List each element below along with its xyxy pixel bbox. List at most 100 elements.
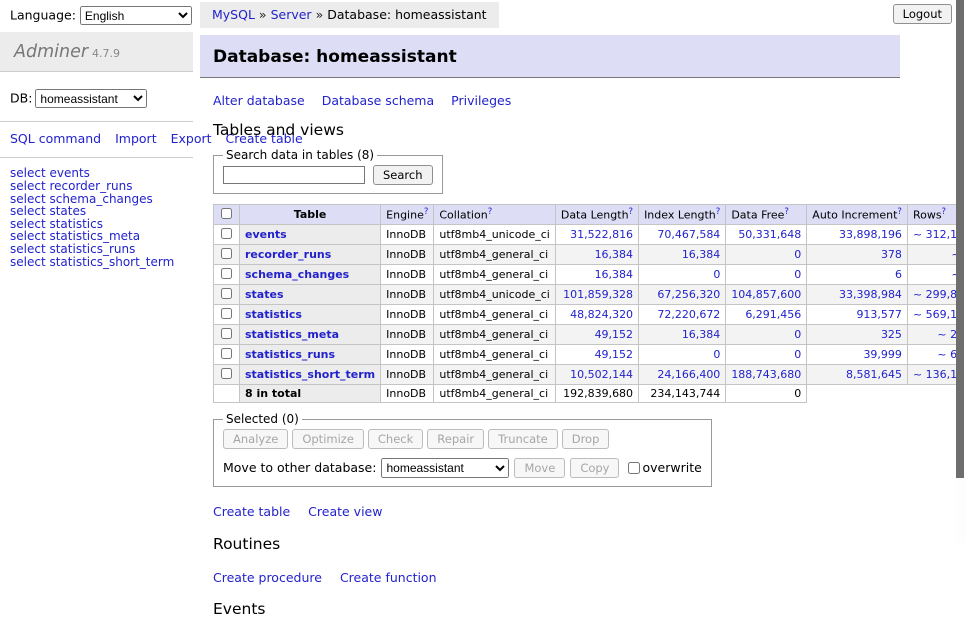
column-help-link[interactable]: ? [784, 207, 789, 217]
logout-button[interactable]: Logout [893, 4, 952, 24]
table-row: statistics_metaInnoDButf8mb4_general_ci4… [214, 325, 966, 345]
index-length-link[interactable]: 70,467,584 [657, 228, 720, 241]
data-length-link[interactable]: 48,824,320 [570, 308, 633, 321]
data-length-cell: 49,152 [555, 345, 638, 365]
index-length-link[interactable]: 0 [713, 348, 720, 361]
sidebar-action-link[interactable]: Import [115, 131, 157, 146]
data-length-link[interactable]: 16,384 [595, 248, 634, 261]
sidebar-select-table-link[interactable]: select states [10, 205, 193, 218]
data-free-link[interactable]: 0 [794, 348, 801, 361]
row-checkbox[interactable] [221, 368, 232, 379]
routine-create-link[interactable]: Create function [340, 570, 437, 585]
auto-increment-link[interactable]: 378 [881, 248, 902, 261]
table-name-link[interactable]: recorder_runs [245, 248, 331, 261]
column-help-link[interactable]: ? [942, 207, 947, 217]
data-free-link[interactable]: 104,857,600 [731, 288, 801, 301]
table-name-link[interactable]: statistics_meta [245, 328, 339, 341]
auto-increment-link[interactable]: 6 [895, 268, 902, 281]
table-name-link[interactable]: events [245, 228, 287, 241]
search-input[interactable] [223, 166, 365, 184]
optimize-button[interactable]: Optimize [292, 429, 364, 449]
overwrite-option: overwrite [624, 460, 701, 475]
auto-increment-link[interactable]: 39,999 [863, 348, 902, 361]
row-checkbox[interactable] [221, 268, 232, 279]
breadcrumb-link-server[interactable]: Server [271, 7, 312, 22]
routines-heading: Routines [213, 535, 900, 553]
analyze-button[interactable]: Analyze [223, 429, 288, 449]
sidebar-action-link[interactable]: SQL command [10, 131, 101, 146]
data-free-link[interactable]: 6,291,456 [745, 308, 801, 321]
sidebar-select-table-link[interactable]: select statistics_runs [10, 243, 193, 256]
data-length-link[interactable]: 10,502,144 [570, 368, 633, 381]
table-name-cell: statistics_meta [240, 325, 381, 345]
data-free-link[interactable]: 188,743,680 [731, 368, 801, 381]
routine-links: Create procedure Create function [213, 570, 900, 585]
data-free-link[interactable]: 0 [794, 328, 801, 341]
auto-increment-link[interactable]: 8,581,645 [846, 368, 902, 381]
data-length-link[interactable]: 49,152 [595, 328, 634, 341]
language-select[interactable]: English [80, 6, 192, 25]
breadcrumb-link-mysql[interactable]: MySQL [212, 7, 255, 22]
column-help-link[interactable]: ? [716, 207, 721, 217]
move-button[interactable]: Move [514, 458, 565, 478]
table-name-link[interactable]: statistics [245, 308, 302, 321]
index-length-link[interactable]: 16,384 [682, 328, 721, 341]
index-length-link[interactable]: 72,220,672 [657, 308, 720, 321]
table-name-link[interactable]: statistics_runs [245, 348, 335, 361]
overwrite-checkbox[interactable] [628, 462, 640, 474]
index-length-link[interactable]: 0 [713, 268, 720, 281]
data-length-link[interactable]: 49,152 [595, 348, 634, 361]
engine-cell: InnoDB [381, 265, 434, 285]
auto-increment-link[interactable]: 33,398,984 [839, 288, 902, 301]
auto-increment-link[interactable]: 325 [881, 328, 902, 341]
row-checkbox[interactable] [221, 328, 232, 339]
totals-data-length-cell: 192,839,680 [555, 385, 638, 403]
data-free-link[interactable]: 0 [794, 248, 801, 261]
column-help-link[interactable]: ? [897, 207, 902, 217]
row-checkbox[interactable] [221, 308, 232, 319]
data-length-link[interactable]: 31,522,816 [570, 228, 633, 241]
column-help-link[interactable]: ? [629, 207, 634, 217]
index-length-link[interactable]: 67,256,320 [657, 288, 720, 301]
auto-increment-link[interactable]: 913,577 [856, 308, 902, 321]
data-free-link[interactable]: 0 [794, 268, 801, 281]
database-nav-links: Alter database Database schema Privileges [213, 93, 900, 108]
row-checkbox[interactable] [221, 288, 232, 299]
sidebar-select-table-link[interactable]: select recorder_runs [10, 180, 193, 193]
column-help-link[interactable]: ? [488, 207, 493, 217]
move-database-select[interactable]: homeassistant [381, 458, 509, 478]
table-name-link[interactable]: statistics_short_term [245, 368, 375, 381]
row-checkbox[interactable] [221, 348, 232, 359]
db-select[interactable]: homeassistant [35, 89, 147, 108]
database-nav-link[interactable]: Alter database [213, 93, 305, 108]
data-length-link[interactable]: 16,384 [595, 268, 634, 281]
column-header-data-free: Data Free? [726, 205, 807, 225]
vertical-scrollbar[interactable] [956, 0, 966, 543]
database-nav-link[interactable]: Database schema [322, 93, 434, 108]
table-name-link[interactable]: states [245, 288, 284, 301]
data-free-link[interactable]: 50,331,648 [738, 228, 801, 241]
data-free-cell: 50,331,648 [726, 225, 807, 245]
drop-button[interactable]: Drop [562, 429, 610, 449]
check-button[interactable]: Check [368, 429, 423, 449]
row-checkbox[interactable] [221, 248, 232, 259]
index-length-link[interactable]: 16,384 [682, 248, 721, 261]
sidebar-select-table-link[interactable]: select statistics_short_term [10, 256, 193, 269]
select-all-checkbox[interactable] [221, 208, 232, 219]
scrollbar-thumb[interactable] [956, 0, 964, 478]
repair-button[interactable]: Repair [427, 429, 484, 449]
column-help-link[interactable]: ? [424, 207, 429, 217]
tables-body: eventsInnoDButf8mb4_unicode_ci31,522,816… [214, 225, 966, 403]
routine-create-link[interactable]: Create procedure [213, 570, 322, 585]
truncate-button[interactable]: Truncate [488, 429, 558, 449]
data-length-link[interactable]: 101,859,328 [563, 288, 633, 301]
create-link[interactable]: Create table [213, 504, 290, 519]
auto-increment-link[interactable]: 33,898,196 [839, 228, 902, 241]
index-length-link[interactable]: 24,166,400 [657, 368, 720, 381]
search-button[interactable]: Search [373, 165, 433, 185]
row-checkbox[interactable] [221, 228, 232, 239]
create-link[interactable]: Create view [308, 504, 382, 519]
copy-button[interactable]: Copy [570, 458, 619, 478]
table-name-link[interactable]: schema_changes [245, 268, 349, 281]
database-nav-link[interactable]: Privileges [451, 93, 511, 108]
